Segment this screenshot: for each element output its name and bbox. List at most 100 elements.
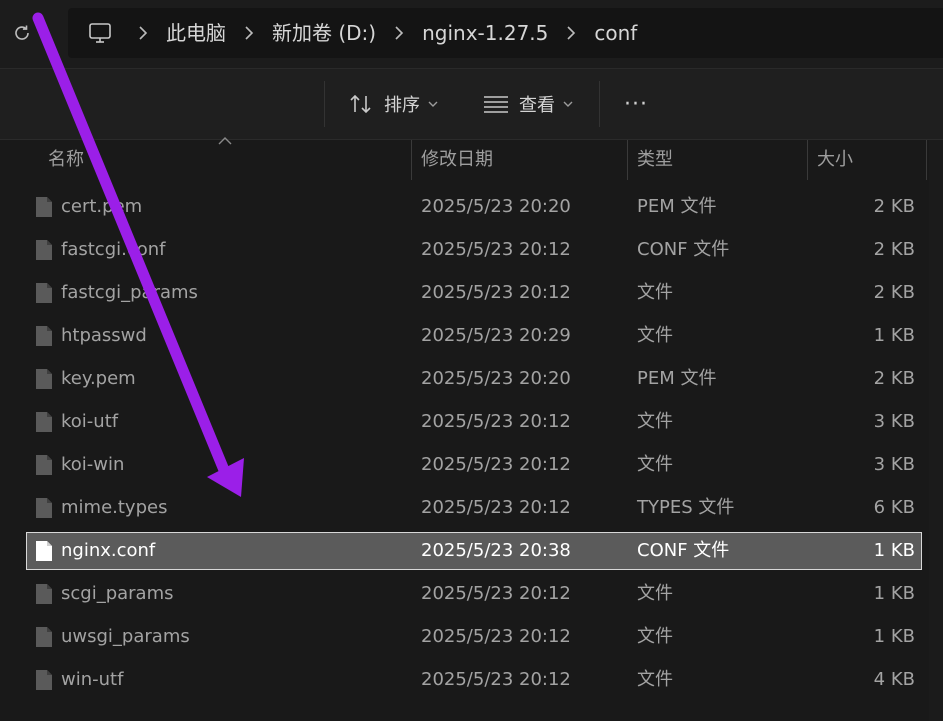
- view-list-icon: [484, 96, 508, 113]
- file-row[interactable]: koi-utf 2025/5/23 20:12 文件 3 KB: [26, 403, 922, 441]
- file-modified-date: 2025/5/23 20:12: [421, 282, 571, 303]
- sort-label: 排序: [384, 95, 420, 116]
- breadcrumb-computer[interactable]: [80, 8, 120, 58]
- file-name: htpasswd: [61, 325, 147, 346]
- chevron-right-icon[interactable]: [120, 8, 166, 58]
- file-row[interactable]: key.pem 2025/5/23 20:20 PEM 文件 2 KB: [26, 360, 922, 398]
- file-icon: [35, 325, 53, 351]
- file-icon: [35, 454, 53, 480]
- refresh-icon: [15, 25, 29, 40]
- column-header-type[interactable]: 类型: [637, 140, 673, 180]
- file-row[interactable]: nginx.conf 2025/5/23 20:38 CONF 文件 1 KB: [26, 532, 922, 570]
- file-type: 文件: [637, 411, 673, 432]
- view-button[interactable]: 查看: [483, 87, 573, 121]
- sort-button[interactable]: 排序: [348, 87, 438, 121]
- file-icon: [35, 196, 53, 222]
- chevron-right-icon[interactable]: [226, 8, 272, 58]
- file-modified-date: 2025/5/23 20:12: [421, 497, 571, 518]
- file-name: uwsgi_params: [61, 626, 190, 647]
- file-row[interactable]: uwsgi_params 2025/5/23 20:12 文件 1 KB: [26, 618, 922, 656]
- file-modified-date: 2025/5/23 20:38: [421, 540, 571, 561]
- column-divider[interactable]: [627, 140, 628, 180]
- file-size: 1 KB: [873, 540, 915, 561]
- breadcrumb[interactable]: 此电脑 新加卷 (D:) nginx-1.27.5 conf: [68, 8, 943, 58]
- toolbar-divider: [599, 81, 600, 127]
- file-name: fastcgi.conf: [61, 239, 166, 260]
- file-name: win-utf: [61, 669, 124, 690]
- column-divider[interactable]: [411, 140, 412, 180]
- view-label: 查看: [519, 95, 555, 116]
- breadcrumb-item-conf-folder[interactable]: conf: [594, 8, 637, 58]
- command-bar: 排序 查看 ···: [0, 69, 943, 140]
- file-modified-date: 2025/5/23 20:12: [421, 626, 571, 647]
- file-type: CONF 文件: [637, 540, 730, 561]
- file-name: cert.pem: [61, 196, 143, 217]
- column-divider[interactable]: [807, 140, 808, 180]
- file-modified-date: 2025/5/23 20:20: [421, 368, 571, 389]
- file-size: 2 KB: [873, 196, 915, 217]
- file-name: scgi_params: [61, 583, 174, 604]
- file-size: 1 KB: [873, 325, 915, 346]
- file-modified-date: 2025/5/23 20:12: [421, 669, 571, 690]
- file-type: 文件: [637, 325, 673, 346]
- file-size: 3 KB: [873, 454, 915, 475]
- file-type: TYPES 文件: [637, 497, 735, 518]
- file-modified-date: 2025/5/23 20:20: [421, 196, 571, 217]
- file-icon: [35, 583, 53, 609]
- toolbar-divider: [324, 81, 325, 127]
- file-row[interactable]: mime.types 2025/5/23 20:12 TYPES 文件 6 KB: [26, 489, 922, 527]
- file-modified-date: 2025/5/23 20:12: [421, 583, 571, 604]
- file-name: key.pem: [61, 368, 136, 389]
- column-header-size[interactable]: 大小: [817, 140, 853, 180]
- chevron-down-icon: [428, 100, 438, 108]
- file-row[interactable]: fastcgi.conf 2025/5/23 20:12 CONF 文件 2 KB: [26, 231, 922, 269]
- breadcrumb-item-nginx-folder[interactable]: nginx-1.27.5: [422, 8, 548, 58]
- file-row[interactable]: koi-win 2025/5/23 20:12 文件 3 KB: [26, 446, 922, 484]
- address-bar: 此电脑 新加卷 (D:) nginx-1.27.5 conf: [0, 0, 943, 69]
- column-header: 名称 修改日期 类型 大小: [0, 140, 943, 180]
- file-type: 文件: [637, 282, 673, 303]
- column-divider[interactable]: [926, 140, 927, 180]
- breadcrumb-item-this-pc[interactable]: 此电脑: [166, 8, 226, 58]
- file-size: 1 KB: [873, 626, 915, 647]
- file-icon: [35, 669, 53, 695]
- file-type: PEM 文件: [637, 196, 717, 217]
- file-size: 2 KB: [873, 239, 915, 260]
- file-icon: [35, 626, 53, 652]
- more-options-button[interactable]: ···: [624, 87, 648, 121]
- monitor-icon: [89, 23, 111, 43]
- file-name: mime.types: [61, 497, 168, 518]
- file-icon: [35, 497, 53, 523]
- file-type: 文件: [637, 454, 673, 475]
- more-icon: ···: [624, 91, 648, 117]
- file-type: CONF 文件: [637, 239, 730, 260]
- column-header-name[interactable]: 名称: [48, 140, 84, 180]
- column-header-date[interactable]: 修改日期: [421, 140, 493, 180]
- file-type: 文件: [637, 669, 673, 690]
- file-size: 3 KB: [873, 411, 915, 432]
- file-size: 2 KB: [873, 368, 915, 389]
- file-size: 6 KB: [873, 497, 915, 518]
- file-modified-date: 2025/5/23 20:12: [421, 239, 571, 260]
- chevron-right-icon[interactable]: [376, 8, 422, 58]
- file-row[interactable]: cert.pem 2025/5/23 20:20 PEM 文件 2 KB: [26, 188, 922, 226]
- breadcrumb-item-drive-d[interactable]: 新加卷 (D:): [272, 8, 376, 58]
- file-row[interactable]: fastcgi_params 2025/5/23 20:12 文件 2 KB: [26, 274, 922, 312]
- chevron-down-icon: [563, 100, 573, 108]
- scrollbar[interactable]: [929, 140, 943, 721]
- chevron-right-icon[interactable]: [548, 8, 594, 58]
- file-name: fastcgi_params: [61, 282, 198, 303]
- sort-ascending-icon: [218, 137, 232, 145]
- file-size: 2 KB: [873, 282, 915, 303]
- file-explorer-window: 此电脑 新加卷 (D:) nginx-1.27.5 conf 排序 查看 ···…: [0, 0, 943, 721]
- file-modified-date: 2025/5/23 20:12: [421, 411, 571, 432]
- file-size: 4 KB: [873, 669, 915, 690]
- refresh-button[interactable]: [8, 19, 36, 47]
- file-row[interactable]: htpasswd 2025/5/23 20:29 文件 1 KB: [26, 317, 922, 355]
- file-name: koi-utf: [61, 411, 119, 432]
- file-modified-date: 2025/5/23 20:29: [421, 325, 571, 346]
- file-row[interactable]: win-utf 2025/5/23 20:12 文件 4 KB: [26, 661, 922, 699]
- sort-icon: [350, 94, 371, 114]
- file-type: PEM 文件: [637, 368, 717, 389]
- file-row[interactable]: scgi_params 2025/5/23 20:12 文件 1 KB: [26, 575, 922, 613]
